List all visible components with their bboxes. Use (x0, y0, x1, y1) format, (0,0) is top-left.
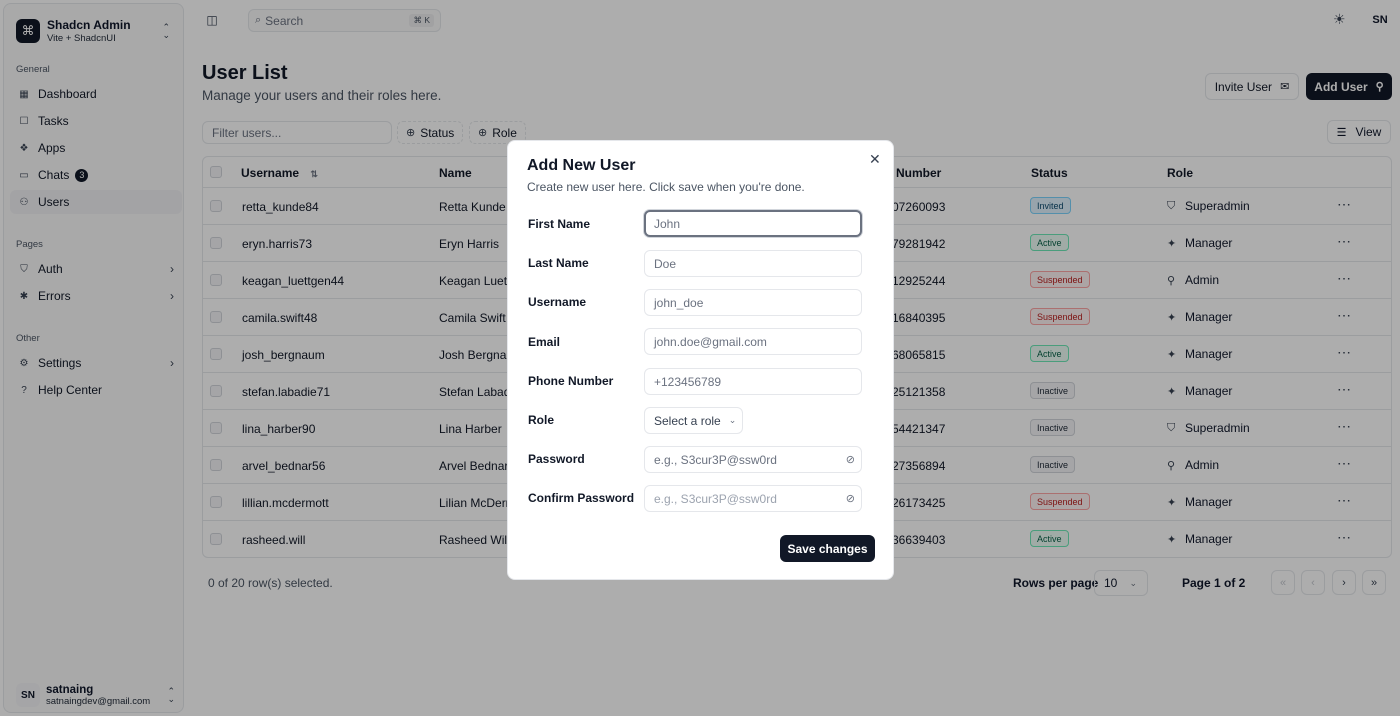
email-placeholder: john.doe@gmail.com (654, 334, 767, 349)
password-placeholder: e.g., S3cur3P@ssw0rd (654, 452, 777, 467)
password-field[interactable]: e.g., S3cur3P@ssw0rd ⊘ (644, 446, 862, 473)
dialog-description: Create new user here. Click save when yo… (527, 180, 805, 194)
username-field[interactable]: john_doe (644, 289, 862, 316)
email-field[interactable]: john.doe@gmail.com (644, 328, 862, 355)
username-label: Username (528, 295, 587, 309)
confirm-password-label: Confirm Password (528, 491, 635, 505)
dialog-title: Add New User (527, 157, 636, 174)
password-label: Password (528, 452, 585, 466)
eye-off-icon[interactable]: ⊘ (846, 492, 855, 505)
phone-number-field[interactable]: +123456789 (644, 368, 862, 395)
username-placeholder: john_doe (654, 295, 704, 310)
email-label: Email (528, 335, 561, 349)
save-changes-button[interactable]: Save changes (780, 535, 875, 562)
add-user-dialog: Add New User Create new user here. Click… (507, 140, 894, 580)
confirm-password-placeholder: e.g., S3cur3P@ssw0rd (654, 491, 777, 506)
phone-number-placeholder: +123456789 (654, 374, 722, 389)
save-changes-label: Save changes (787, 541, 868, 556)
role-label: Role (528, 413, 555, 427)
last-name-field[interactable]: Doe (644, 250, 862, 277)
first-name-field[interactable]: John (644, 210, 862, 237)
chevron-down-icon: ⌄ (728, 415, 737, 425)
phone-number-label: Phone Number (528, 374, 614, 388)
last-name-label: Last Name (528, 256, 589, 270)
role-select[interactable]: Select a role ⌄ (644, 407, 743, 434)
first-name-placeholder: John (654, 216, 681, 231)
close-icon[interactable]: ✕ (869, 151, 881, 168)
eye-off-icon[interactable]: ⊘ (846, 453, 855, 466)
confirm-password-field[interactable]: e.g., S3cur3P@ssw0rd ⊘ (644, 485, 862, 512)
first-name-label: First Name (528, 217, 591, 231)
last-name-placeholder: Doe (654, 256, 677, 271)
role-select-placeholder: Select a role (654, 413, 721, 428)
